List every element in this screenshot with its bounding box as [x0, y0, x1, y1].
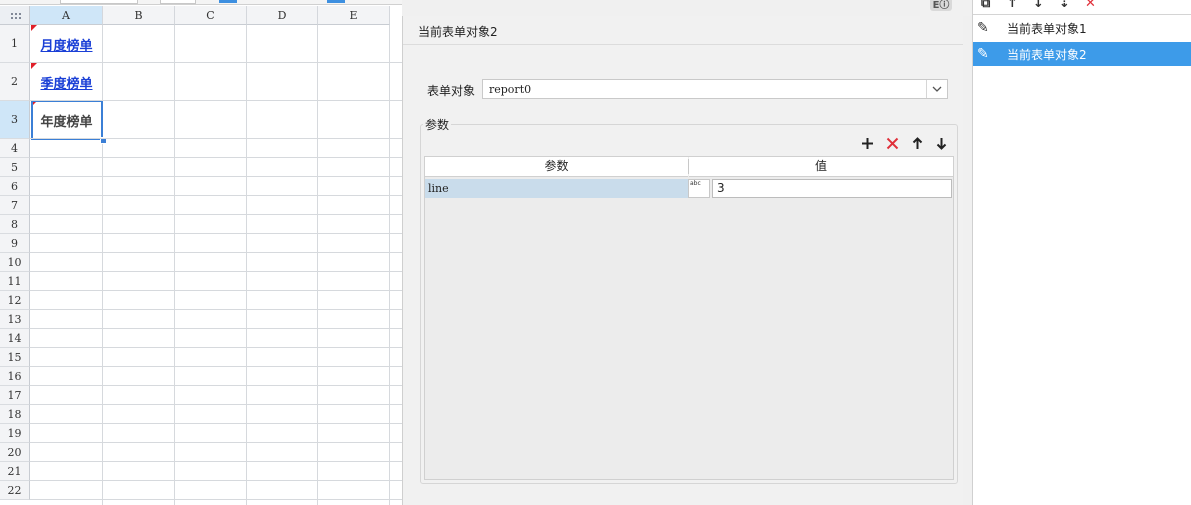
cell-selection — [31, 100, 103, 140]
row-header-10[interactable]: 10 — [0, 253, 30, 272]
grid-line — [30, 157, 402, 158]
grid-line — [30, 100, 402, 101]
form-object-label: 当前表单对象2 — [1007, 47, 1087, 62]
grid-line — [30, 176, 402, 177]
form-object-label: 当前表单对象1 — [1007, 21, 1087, 36]
delete-param-button[interactable] — [883, 134, 901, 152]
type-label: abc — [690, 180, 701, 187]
spreadsheet[interactable]: A B C D E 月度榜单 季度榜单 年度榜单 1 2 3 4 5 6 7 8 9 10 11 12… — [0, 0, 402, 505]
form-object-label: 表单对象 — [427, 84, 476, 98]
add-param-button[interactable] — [858, 134, 876, 152]
grid-line — [30, 461, 402, 462]
grid-line — [30, 290, 402, 291]
grid-line — [389, 25, 390, 505]
edit-icon: ✎ — [977, 20, 989, 36]
grid-line — [30, 404, 402, 405]
params-group-label: 参数 — [423, 116, 452, 133]
grid-line — [30, 480, 402, 481]
grid-line — [246, 25, 247, 505]
param-name-cell[interactable]: line — [425, 179, 688, 198]
grid-line — [30, 233, 402, 234]
grid-line — [30, 499, 402, 500]
copy-icon[interactable]: ⧉ — [981, 0, 990, 11]
form-object-item-2[interactable]: ✎ 当前表单对象2 — [973, 42, 1191, 66]
row-header-12[interactable]: 12 — [0, 291, 30, 310]
edit-icon: ✎ — [977, 46, 989, 62]
row-header-1[interactable]: 1 — [0, 25, 30, 63]
arrow-up-icon[interactable]: ↑ — [1007, 0, 1018, 11]
type-selector-icon[interactable]: abc — [688, 179, 710, 198]
row-header-9[interactable]: 9 — [0, 234, 30, 253]
toolbar-button[interactable] — [219, 0, 237, 3]
column-header-a[interactable]: A — [30, 6, 103, 25]
grid-line — [174, 25, 175, 505]
row-header-11[interactable]: 11 — [0, 272, 30, 291]
info-icon[interactable]: Eⓘ — [930, 0, 952, 11]
toolbar-button[interactable] — [327, 0, 345, 3]
row-header-6[interactable]: 6 — [0, 177, 30, 196]
dialog-title: 当前表单对象2 — [418, 25, 498, 39]
grid-line — [30, 252, 402, 253]
divider — [688, 159, 689, 174]
form-object-item-1[interactable]: ✎ 当前表单对象1 — [973, 16, 1191, 40]
move-up-button[interactable] — [908, 134, 926, 152]
form-objects-panel: ⧉ ↑ ↓ ⇣ ✕ ✎ 当前表单对象1 ✎ 当前表单对象2 — [972, 0, 1191, 505]
sort-icon[interactable]: ⇣ — [1059, 0, 1070, 11]
toolbar-combo[interactable] — [60, 0, 138, 4]
row-header-8[interactable]: 8 — [0, 215, 30, 234]
grid-line — [30, 271, 402, 272]
grid-line — [30, 62, 402, 63]
row-header-21[interactable]: 21 — [0, 462, 30, 481]
param-value-input[interactable]: 3 — [712, 179, 952, 198]
grid-line — [30, 138, 402, 139]
grid-line — [30, 366, 402, 367]
row-header-17[interactable]: 17 — [0, 386, 30, 405]
column-header-d[interactable]: D — [247, 6, 318, 25]
grid-line — [30, 328, 402, 329]
form-object-dialog: 当前表单对象2 表单对象 report0 参数 参数 值 line abc 3 — [402, 16, 963, 505]
column-header-c[interactable]: C — [175, 6, 247, 25]
param-column-header[interactable]: 参数 — [425, 157, 688, 177]
row-header-4[interactable]: 4 — [0, 139, 30, 158]
column-header-e[interactable]: E — [318, 6, 390, 25]
grid-line — [30, 309, 402, 310]
row-header-19[interactable]: 19 — [0, 424, 30, 443]
row-header-20[interactable]: 20 — [0, 443, 30, 462]
row-header-18[interactable]: 18 — [0, 405, 30, 424]
row-header-14[interactable]: 14 — [0, 329, 30, 348]
toolbar-strip — [0, 0, 402, 5]
form-object-value: report0 — [489, 83, 532, 96]
select-all-corner[interactable] — [0, 6, 30, 25]
toolbar-combo[interactable] — [160, 0, 196, 4]
grid-line — [30, 195, 402, 196]
grid-line — [30, 385, 402, 386]
grid-line — [30, 423, 402, 424]
grid-line — [317, 25, 318, 505]
row-header-7[interactable]: 7 — [0, 196, 30, 215]
grid-line — [30, 214, 402, 215]
divider — [403, 44, 963, 45]
form-object-select[interactable]: report0 — [482, 79, 948, 99]
panel-toolbar: ⧉ ↑ ↓ ⇣ ✕ — [973, 0, 1191, 15]
value-column-header[interactable]: 值 — [689, 157, 953, 177]
cell-a2[interactable]: 季度榜单 — [31, 64, 102, 101]
row-header-3[interactable]: 3 — [0, 101, 30, 139]
row-header-15[interactable]: 15 — [0, 348, 30, 367]
grid-line — [30, 347, 402, 348]
row-header-13[interactable]: 13 — [0, 310, 30, 329]
row-header-22[interactable]: 22 — [0, 481, 30, 500]
row-header-5[interactable]: 5 — [0, 158, 30, 177]
arrow-down-icon[interactable]: ↓ — [1033, 0, 1044, 11]
chevron-down-icon[interactable] — [926, 80, 947, 98]
column-header-b[interactable]: B — [103, 6, 175, 25]
params-table: 参数 值 line abc 3 — [424, 156, 954, 480]
grid-icon — [10, 12, 22, 20]
cell-a1[interactable]: 月度榜单 — [31, 26, 102, 63]
delete-icon[interactable]: ✕ — [1085, 0, 1096, 11]
row-header-16[interactable]: 16 — [0, 367, 30, 386]
grid-line — [102, 25, 103, 505]
move-down-button[interactable] — [932, 134, 950, 152]
grid-line — [30, 442, 402, 443]
row-header-2[interactable]: 2 — [0, 63, 30, 101]
